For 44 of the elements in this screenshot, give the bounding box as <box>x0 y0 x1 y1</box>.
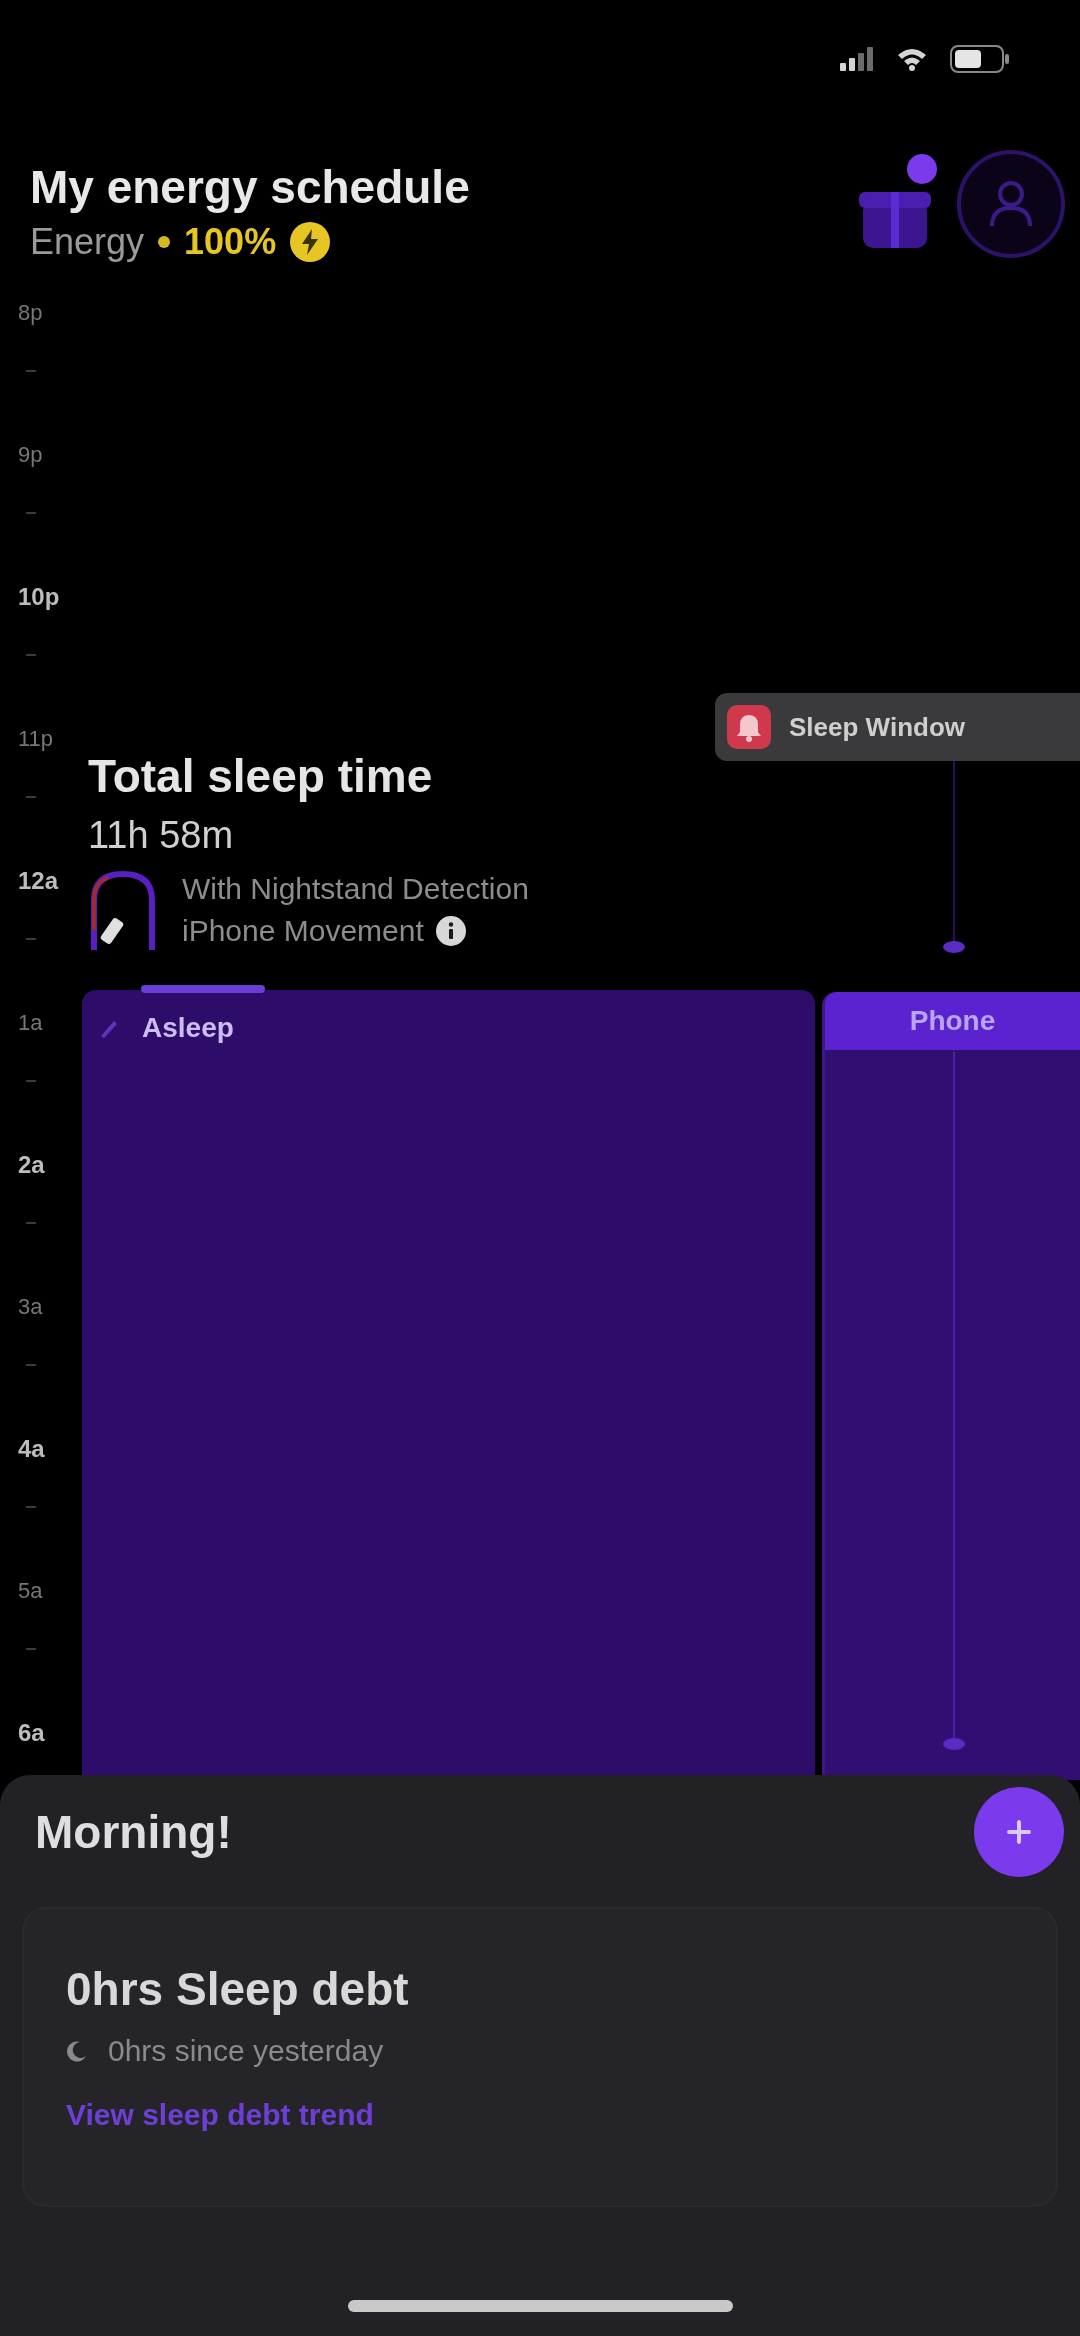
tick-mark <box>26 1080 36 1082</box>
moon-icon <box>66 2040 88 2062</box>
hour-label: 5a <box>18 1578 43 1604</box>
plus-icon <box>1007 1820 1031 1844</box>
hour-label: 9p <box>18 442 43 468</box>
tick-mark <box>26 1364 36 1366</box>
tick-mark <box>26 938 36 940</box>
hour-label: 12a <box>18 868 59 894</box>
tick-mark <box>26 512 36 514</box>
hour-label: 11p <box>18 726 54 752</box>
source-line: iPhone Movement <box>182 913 424 949</box>
page-title: My energy schedule <box>30 160 470 214</box>
bolt-icon <box>290 222 331 262</box>
tick-mark <box>26 370 36 372</box>
hour-label: 1a <box>18 1010 43 1036</box>
bell-icon <box>727 705 771 749</box>
tick-mark <box>26 1506 36 1508</box>
sheet-title: Morning! <box>35 1804 232 1860</box>
total-sleep-title: Total sleep time <box>88 749 434 804</box>
sleep-debt-detail: 0hrs since yesterday <box>108 2033 384 2069</box>
signal-icon <box>840 47 874 71</box>
profile-icon <box>989 180 1033 228</box>
hour-label: 2a <box>18 1152 45 1178</box>
hour-label: 3a <box>18 1294 43 1320</box>
tick-mark <box>26 654 36 656</box>
hour-label: 6a <box>18 1720 45 1746</box>
energy-value: 100% <box>184 220 277 264</box>
hour-label: 4a <box>18 1436 45 1462</box>
tick-mark <box>26 1222 36 1224</box>
source-line: With Nightstand Detection <box>182 871 529 907</box>
energy-label: Energy <box>30 220 145 264</box>
tick-mark <box>26 796 36 798</box>
phone-column-header: Phone <box>825 992 1080 1050</box>
sleep-debt-title: 0hrs Sleep debt <box>66 1962 409 2017</box>
info-icon[interactable] <box>435 916 466 946</box>
total-sleep-duration: 11h 58m <box>88 813 235 858</box>
tick-mark <box>26 1648 36 1650</box>
hour-label: 8p <box>18 300 43 326</box>
hour-label: 10p <box>18 584 60 610</box>
sleep-window-chip[interactable]: Sleep Window <box>715 693 1080 761</box>
battery-icon <box>950 45 1010 73</box>
wifi-icon <box>896 47 928 71</box>
dot-icon <box>158 236 171 248</box>
phone-arch-icon <box>88 870 158 950</box>
